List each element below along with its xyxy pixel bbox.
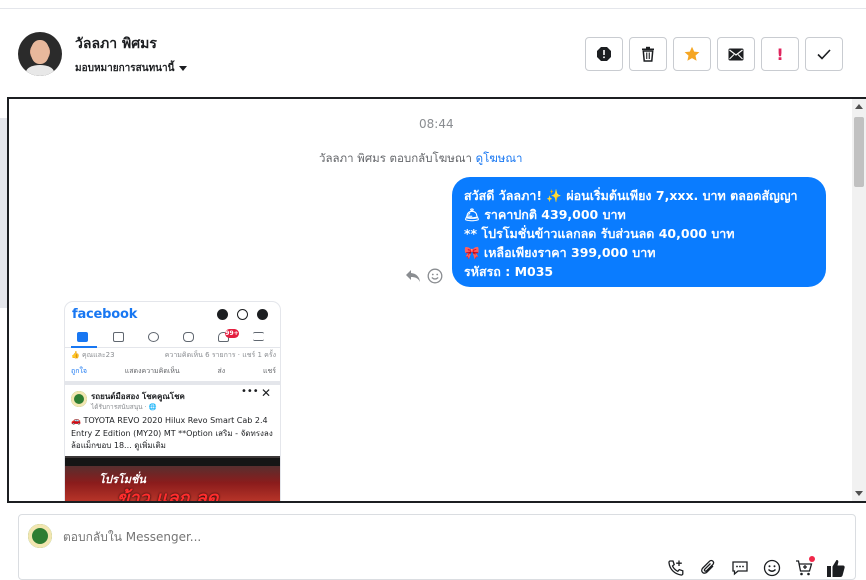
caret-down-icon — [179, 66, 188, 71]
mail-button[interactable] — [717, 37, 755, 71]
menu-icon — [253, 332, 264, 341]
post-sponsored: ได้รับการสนับสนุน · 🌐 — [91, 403, 157, 411]
emoji-button[interactable] — [762, 558, 782, 578]
star-button[interactable] — [673, 37, 711, 71]
spam-icon — [597, 47, 611, 61]
react-emoji-icon[interactable] — [427, 268, 443, 284]
attach-button[interactable] — [698, 558, 718, 578]
home-icon — [77, 332, 88, 342]
avatar-face — [31, 40, 49, 64]
shop-button[interactable] — [794, 556, 815, 578]
phone-plus-icon — [668, 560, 684, 576]
promo-subtitle: ข้าว แลก ลด — [117, 488, 219, 503]
fb-send: ส่ง — [217, 367, 226, 375]
spam-button[interactable] — [585, 37, 623, 71]
assign-conversation-dropdown[interactable]: มอบหมายการสนทนานี้ — [75, 61, 188, 76]
conversation-header: วัลลภา พิศมร มอบหมายการสนทนานี้ ! — [0, 10, 866, 96]
reply-icon[interactable] — [405, 269, 421, 283]
call-button[interactable] — [666, 558, 686, 578]
assign-label: มอบหมายการสนทนานี้ — [75, 63, 175, 74]
important-button[interactable]: ! — [761, 37, 799, 71]
fb-comments-count: ความคิดเห็น 6 รายการ · แชร์ 1 ครั้ง — [164, 351, 276, 359]
fb-reaction-bar: ถูกใจ แสดงความคิดเห็น ส่ง แชร์ — [71, 366, 276, 377]
trash-icon — [642, 46, 654, 62]
ad-screenshot-card[interactable]: facebook 99+ 👍 คุณและ23 ความคิดเห็น 6 รา… — [65, 302, 280, 503]
fb-separator — [65, 381, 280, 385]
thumbs-up-icon — [827, 559, 845, 577]
plus-icon — [217, 309, 228, 320]
avatar-shirt — [26, 65, 54, 76]
notification-dot — [809, 556, 815, 562]
fb-like: ถูกใจ — [71, 367, 87, 375]
image-banner — [65, 458, 280, 466]
reply-input[interactable] — [63, 530, 663, 544]
message-line: 🛎 ราคาปกติ 439,000 บาท — [464, 207, 626, 222]
fb-comment: แสดงความคิดเห็น — [124, 367, 180, 375]
star-icon — [684, 46, 700, 61]
fb-share: แชร์ — [262, 367, 276, 375]
messenger-icon — [257, 309, 268, 320]
delete-button[interactable] — [629, 37, 667, 71]
page-avatar — [71, 391, 87, 407]
active-tab-indicator — [71, 346, 97, 348]
check-icon — [817, 48, 831, 60]
reply-composer — [18, 514, 856, 580]
message-actions — [405, 268, 443, 284]
ad-reply-text: วัลลภา พิศมร ตอบกลับโฆษณา — [319, 151, 472, 165]
important-icon: ! — [776, 44, 784, 64]
mail-icon — [728, 48, 744, 60]
contact-name[interactable]: วัลลภา พิศมร — [75, 33, 157, 55]
paperclip-icon — [701, 559, 715, 574]
post-image: โปรโมชั่น ข้าว แลก ลด — [65, 456, 280, 503]
fb-likes-count: 👍 คุณและ23 — [71, 351, 115, 359]
header-actions: ! — [585, 37, 843, 71]
done-button[interactable] — [805, 37, 843, 71]
fb-navbar — [65, 328, 280, 348]
thread-scrollbar[interactable] — [852, 99, 866, 501]
fb-reaction-summary: 👍 คุณและ23 ความคิดเห็น 6 รายการ · แชร์ 1… — [71, 350, 276, 361]
scroll-up-arrow-icon[interactable] — [855, 104, 863, 109]
notification-badge: 99+ — [225, 329, 239, 338]
fb-topbar: facebook — [65, 302, 280, 326]
message-line: 🎀 เหลือเพียงราคา 399,000 บาท — [464, 245, 656, 260]
scroll-thumb[interactable] — [854, 117, 864, 187]
scroll-down-arrow-icon[interactable] — [855, 491, 863, 496]
message-thread[interactable]: 08:44 วัลลภา พิศมร ตอบกลับโฆษณา ดูโฆษณา … — [7, 97, 866, 503]
search-icon — [237, 309, 248, 320]
marketplace-icon — [148, 332, 159, 342]
left-panel-edge — [0, 118, 7, 308]
post-text: 🚗 TOYOTA REVO 2020 Hilux Revo Smart Cab … — [71, 416, 273, 450]
message-line: สวัสดี วัลลภา! ✨ ผ่อนเริ่มต้นเพียง 7,xxx… — [464, 188, 798, 203]
outgoing-message-bubble[interactable]: สวัสดี วัลลภา! ✨ ผ่อนเริ่มต้นเพียง 7,xxx… — [452, 177, 826, 287]
close-icon: ✕ — [261, 386, 272, 400]
ad-reply-note: วัลลภา พิศมร ตอบกลับโฆษณา ดูโฆษณา — [319, 150, 523, 168]
gaming-icon — [183, 332, 194, 342]
contact-avatar[interactable] — [18, 32, 62, 76]
composer-toolbar — [666, 556, 846, 578]
video-icon — [113, 332, 124, 342]
page-avatar — [28, 524, 52, 548]
message-line: ** โปรโมชั่นข้าวแลกลด รับส่วนลด 40,000 บ… — [464, 226, 735, 241]
more-icon: ••• — [241, 386, 259, 397]
chat-bubble-icon — [732, 561, 748, 576]
top-divider — [0, 8, 866, 9]
message-line: รหัสรถ : M035 — [464, 264, 554, 279]
saved-replies-button[interactable] — [730, 558, 750, 578]
view-ad-link[interactable]: ดูโฆษณา — [476, 151, 523, 165]
emoji-icon — [763, 559, 781, 577]
message-timestamp: 08:44 — [419, 117, 454, 131]
facebook-logo: facebook — [72, 307, 138, 322]
like-button[interactable] — [826, 558, 846, 578]
